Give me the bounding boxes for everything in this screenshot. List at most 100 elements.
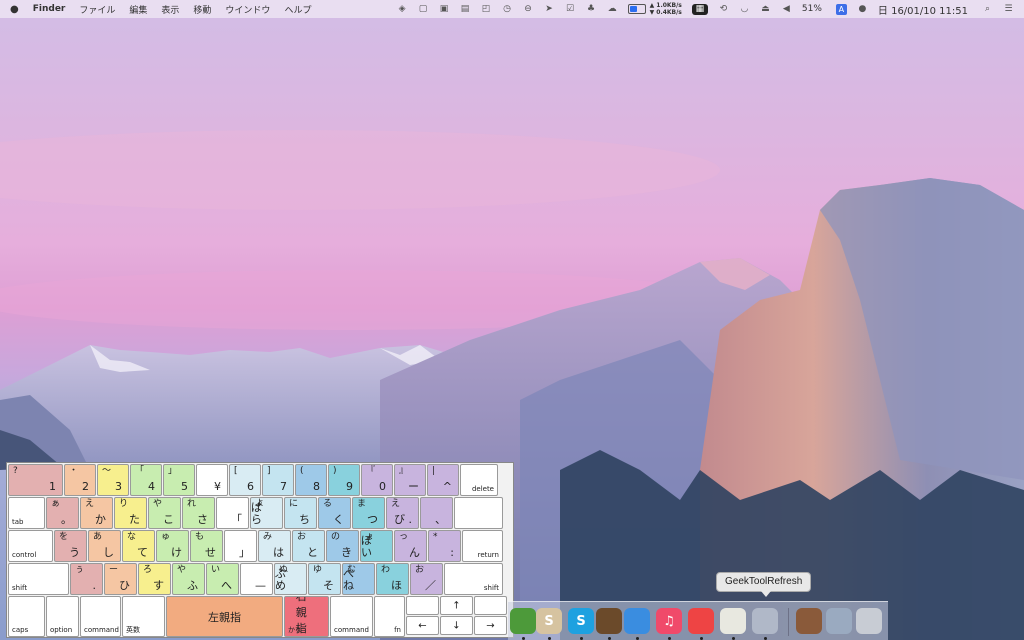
key-fn[interactable]: fn	[374, 596, 405, 637]
key-eisu[interactable]: 英数	[122, 596, 165, 637]
battery-bar[interactable]	[627, 4, 646, 14]
key-r3-7[interactable]: ぬぶ め	[274, 563, 307, 595]
clipboard-icon[interactable]: ▤	[460, 4, 471, 15]
key-r3-2[interactable]: ーひ	[104, 563, 137, 595]
key-r0-5[interactable]: ¥	[196, 464, 228, 496]
key-r3-3[interactable]: ろす	[138, 563, 171, 595]
check-icon[interactable]: ☑	[565, 4, 576, 15]
cloud-icon[interactable]: ☁	[607, 4, 618, 15]
istat-icon[interactable]: ▦	[691, 3, 708, 15]
key-r1-10[interactable]: まつ	[352, 497, 385, 529]
key-r2-4[interactable]: ゅけ	[156, 530, 189, 562]
key-r1-9[interactable]: るく	[318, 497, 351, 529]
key-r0-8[interactable]: (8	[295, 464, 327, 496]
stop-icon[interactable]: ⊖	[523, 4, 534, 15]
itunes-app-icon[interactable]: ♫	[656, 608, 682, 634]
menu-help[interactable]: ヘルプ	[284, 3, 311, 16]
volume-icon[interactable]: ◀	[781, 4, 792, 15]
key-left-thumb[interactable]: 左親指	[166, 596, 283, 637]
key-r1-5[interactable]: れさ	[182, 497, 215, 529]
keyboard-viewer[interactable]: ? 1 ・ 2 〜 3 「4」 5 ¥[6] 7(8) 9 『0』ー | ^ delete tab ぁ。えかりた…	[6, 462, 514, 638]
skype-app-icon[interactable]: S	[568, 608, 594, 634]
key-r3-4[interactable]: やふ	[172, 563, 205, 595]
menu-edit[interactable]: 編集	[129, 3, 147, 16]
evernote-icon[interactable]: ♣	[586, 4, 597, 15]
key-r0-1[interactable]: ・ 2	[64, 464, 96, 496]
slack-app-icon[interactable]: S	[536, 608, 562, 634]
wifi-icon[interactable]: ◡	[739, 4, 750, 15]
time-machine-icon[interactable]: ⟲	[718, 4, 729, 15]
chrome-app-icon[interactable]	[688, 608, 714, 634]
key-r0-13[interactable]: delete	[460, 464, 498, 496]
key-r2-9[interactable]: のき	[326, 530, 359, 562]
key-r3-1[interactable]: ぅ.	[70, 563, 103, 595]
key-arrow-down[interactable]: ↓	[440, 616, 473, 635]
paper-plane-app-icon[interactable]	[624, 608, 650, 634]
key-arrow-right[interactable]: →	[474, 616, 507, 635]
location-icon[interactable]: ➤	[544, 4, 555, 15]
clock[interactable]: 日 16/01/10 11:51	[878, 2, 968, 17]
app-name-menu[interactable]: Finder	[33, 4, 66, 14]
key-r1-7[interactable]: よぱ ら	[250, 497, 283, 529]
notebook-app-icon[interactable]	[796, 608, 822, 634]
key-r0-12[interactable]: | ^	[427, 464, 459, 496]
key-r0-6[interactable]: [6	[229, 464, 261, 496]
eject-icon[interactable]: ⏏	[760, 4, 771, 15]
key-r3-8[interactable]: ゆそ	[308, 563, 341, 595]
key-r0-2[interactable]: 〜 3	[97, 464, 129, 496]
display-icon[interactable]: ▣	[439, 4, 450, 15]
key-r2-5[interactable]: もせ	[190, 530, 223, 562]
key-r3-5[interactable]: いへ	[206, 563, 239, 595]
key-r1-3[interactable]: りた	[114, 497, 147, 529]
menu-window[interactable]: ウインドウ	[225, 3, 270, 16]
key-r3-9[interactable]: むべ ね	[342, 563, 375, 595]
textedit-app-icon[interactable]	[720, 608, 746, 634]
key-r2-0[interactable]: control	[8, 530, 53, 562]
user-icon[interactable]: ●	[857, 4, 868, 15]
key-r2-8[interactable]: おと	[292, 530, 325, 562]
key-option[interactable]: option	[46, 596, 79, 637]
key-r1-6[interactable]: 「	[216, 497, 249, 529]
key-r2-13[interactable]: return	[462, 530, 503, 562]
key-r0-7[interactable]: ] 7	[262, 464, 294, 496]
key-command-right[interactable]: command	[330, 596, 373, 637]
preview-app-icon[interactable]	[826, 608, 852, 634]
key-r1-11[interactable]: えび .	[386, 497, 419, 529]
menu-view[interactable]: 表示	[161, 3, 179, 16]
trash-icon[interactable]	[856, 608, 882, 634]
clock-icon[interactable]: ◷	[502, 4, 513, 15]
key-r2-6[interactable]: 」	[224, 530, 257, 562]
key-r0-0[interactable]: ? 1	[8, 464, 63, 496]
input-source-icon[interactable]: A	[835, 3, 847, 15]
key-r3-10[interactable]: わほ	[376, 563, 409, 595]
window-icon[interactable]: ▢	[418, 4, 429, 15]
network-monitor[interactable]: ▲ 1.0KB/s ▼ 0.4KB/s	[650, 2, 682, 16]
key-r1-13[interactable]	[454, 497, 503, 529]
key-r2-10[interactable]: ょぽ い	[360, 530, 393, 562]
notification-icon[interactable]: ☰	[1003, 4, 1014, 15]
key-r2-12[interactable]: *:	[428, 530, 461, 562]
key-r0-11[interactable]: 』ー	[394, 464, 426, 496]
key-command[interactable]: command	[80, 596, 121, 637]
geektool-app-icon[interactable]	[752, 608, 778, 634]
key-right-thumb[interactable]: 右親指 かな	[284, 596, 329, 637]
key-r3-12[interactable]: shift	[444, 563, 503, 595]
key-r0-9[interactable]: ) 9	[328, 464, 360, 496]
key-r1-12[interactable]: 、	[420, 497, 453, 529]
key-r1-1[interactable]: ぁ。	[46, 497, 79, 529]
key-r1-2[interactable]: えか	[80, 497, 113, 529]
apple-menu-icon[interactable]: ●	[10, 4, 19, 15]
key-r2-2[interactable]: あし	[88, 530, 121, 562]
dropbox-icon[interactable]: ◈	[397, 4, 408, 15]
key-r2-1[interactable]: をう	[54, 530, 87, 562]
key-arrow-up[interactable]: ↑	[440, 596, 473, 615]
key-r2-11[interactable]: っん	[394, 530, 427, 562]
battery-percent[interactable]: 51%	[802, 4, 822, 14]
evernote-app-icon[interactable]	[510, 608, 536, 634]
key-r1-8[interactable]: にち	[284, 497, 317, 529]
screenshot-icon[interactable]: ◰	[481, 4, 492, 15]
key-r0-10[interactable]: 『0	[361, 464, 393, 496]
key-caps[interactable]: caps	[8, 596, 45, 637]
spotlight-icon[interactable]: ⌕	[982, 4, 993, 15]
key-r1-0[interactable]: tab	[8, 497, 45, 529]
